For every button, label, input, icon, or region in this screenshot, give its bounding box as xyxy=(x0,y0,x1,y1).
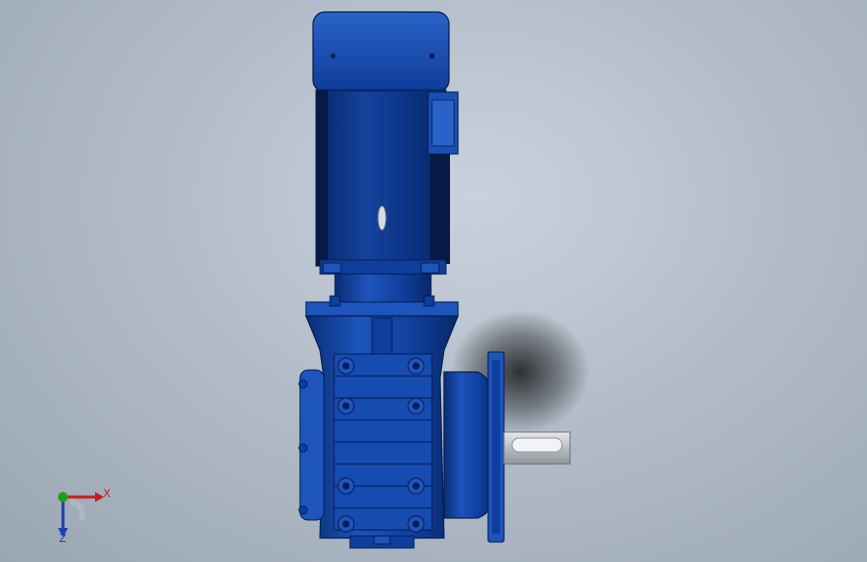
x-axis-label: X xyxy=(103,487,111,500)
lifting-eye-icon xyxy=(377,205,387,231)
gearbox-ribs xyxy=(333,353,433,531)
z-axis-label: Z xyxy=(59,532,67,545)
motor-housing[interactable] xyxy=(315,89,459,275)
gear-motor-model[interactable]: X Z xyxy=(0,0,867,562)
axis-triad: X Z xyxy=(58,487,111,545)
motor-fan-cover[interactable] xyxy=(312,11,450,93)
gearbox-housing[interactable] xyxy=(298,315,459,549)
cad-viewport[interactable]: X Z xyxy=(0,0,867,562)
motor-flange[interactable] xyxy=(305,273,459,317)
output-housing[interactable] xyxy=(443,351,505,543)
output-shaft[interactable] xyxy=(503,431,571,465)
